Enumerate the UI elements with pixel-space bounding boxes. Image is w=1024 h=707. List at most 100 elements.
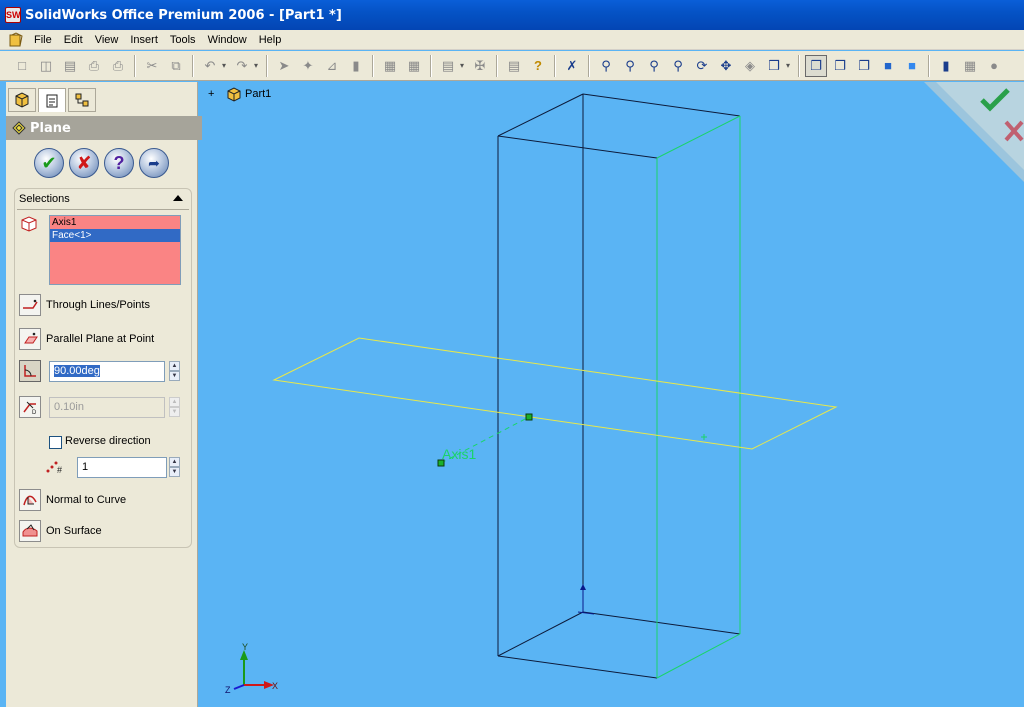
through-lines-icon[interactable] — [19, 294, 41, 316]
zoom-to-fit-icon[interactable]: ⚲ — [595, 55, 617, 77]
collapse-icon[interactable] — [173, 195, 183, 201]
confirmation-corner — [924, 82, 1024, 182]
perspective-icon[interactable]: ▦ — [959, 55, 981, 77]
redo-dropdown-icon[interactable]: ▾ — [254, 61, 262, 70]
sketch-icon[interactable]: ⊿ — [321, 55, 343, 77]
undo-icon[interactable]: ↶ — [199, 55, 221, 77]
offset-distance-icon[interactable]: D — [19, 396, 41, 418]
property-manager-buttons: ✔ ✘ ? ➦ — [34, 148, 174, 178]
on-surface-icon[interactable] — [19, 520, 41, 542]
undo-dropdown-icon[interactable]: ▾ — [222, 61, 230, 70]
help-button[interactable]: ? — [104, 148, 134, 178]
plane-preview[interactable] — [272, 337, 838, 450]
rotate-icon[interactable]: ⟳ — [691, 55, 713, 77]
menu-insert[interactable]: Insert — [124, 34, 164, 46]
toolbar-separator — [798, 54, 800, 77]
through-lines-option[interactable]: Through Lines/Points — [19, 293, 150, 317]
hidden-lines-visible-icon[interactable]: ❐ — [829, 55, 851, 77]
spin-up-icon[interactable]: ▲ — [169, 361, 180, 371]
menu-window[interactable]: Window — [202, 34, 253, 46]
shaded-icon[interactable]: ■ — [901, 55, 923, 77]
zoom-area-icon[interactable]: ⚲ — [619, 55, 641, 77]
smart-fastener-icon[interactable]: ✠ — [469, 55, 491, 77]
on-surface-option[interactable]: On Surface — [19, 519, 102, 543]
window-title: SolidWorks Office Premium 2006 - [Part1 … — [25, 7, 342, 23]
print-icon[interactable]: ⎙ — [83, 55, 105, 77]
save-icon[interactable]: ▤ — [59, 55, 81, 77]
options-icon[interactable]: ▦ — [379, 55, 401, 77]
offset-distance-input[interactable]: 0.10in — [49, 397, 165, 418]
normal-to-curve-icon[interactable] — [19, 489, 41, 511]
cancel-button[interactable]: ✘ — [69, 148, 99, 178]
help-icon[interactable]: ? — [527, 55, 549, 77]
zoom-in-out-icon[interactable]: ⚲ — [643, 55, 665, 77]
view-orientation-dropdown-icon[interactable]: ▾ — [786, 61, 794, 70]
axis-endpoint-handle[interactable] — [525, 413, 533, 421]
rebuild-icon[interactable]: ▮ — [345, 55, 367, 77]
toolbar-separator — [192, 54, 194, 77]
spin-up-icon[interactable]: ▲ — [169, 397, 180, 407]
feature-manager-tab-icon[interactable] — [8, 88, 36, 112]
offset-spinner[interactable]: ▲ ▼ — [169, 397, 180, 418]
cut-icon[interactable]: ✂ — [141, 55, 163, 77]
toolbar-separator — [928, 54, 930, 77]
pan-icon[interactable]: ✥ — [715, 55, 737, 77]
parallel-plane-icon[interactable] — [19, 328, 41, 350]
menu-help[interactable]: Help — [253, 34, 288, 46]
menu-view[interactable]: View — [89, 34, 125, 46]
menu-edit[interactable]: Edit — [58, 34, 89, 46]
angle-spinner[interactable]: ▲ ▼ — [169, 361, 180, 382]
document-menu-icon[interactable] — [8, 31, 24, 48]
zoom-selection-icon[interactable]: ⚲ — [667, 55, 689, 77]
property-manager-panel: Plane ✔ ✘ ? ➦ Selections Axis1 Face<1> T… — [6, 82, 202, 707]
angle-input-value: 90.00deg — [54, 365, 100, 377]
redo-icon[interactable]: ↷ — [231, 55, 253, 77]
spin-up-icon[interactable]: ▲ — [169, 457, 180, 467]
offset-distance-option[interactable]: D — [19, 395, 46, 419]
realview-icon[interactable]: ● — [983, 55, 1005, 77]
select-icon[interactable]: ➤ — [273, 55, 295, 77]
selection-list[interactable]: Axis1 Face<1> — [49, 215, 181, 285]
menu-tools[interactable]: Tools — [164, 34, 202, 46]
selection-item[interactable]: Axis1 — [50, 216, 180, 229]
spin-down-icon[interactable]: ▼ — [169, 407, 180, 417]
shadows-icon[interactable]: ▮ — [935, 55, 957, 77]
property-manager-tab-icon[interactable] — [38, 88, 66, 112]
section-view-icon[interactable]: ◈ — [739, 55, 761, 77]
view-orientation-icon[interactable]: ❒ — [763, 55, 785, 77]
at-angle-icon[interactable] — [19, 360, 41, 382]
spin-down-icon[interactable]: ▼ — [169, 371, 180, 381]
angle-input[interactable]: 90.00deg — [49, 361, 165, 382]
open-icon[interactable]: ◫ — [35, 55, 57, 77]
title-bar: SW SolidWorks Office Premium 2006 - [Par… — [0, 0, 1024, 30]
graphics-area[interactable]: + Part1 Axis1 Y X Z — [204, 82, 1024, 707]
number-of-planes-input[interactable]: 1 — [77, 457, 167, 478]
toolbar-separator — [266, 54, 268, 77]
hidden-lines-removed-icon[interactable]: ❐ — [853, 55, 875, 77]
configuration-manager-tab-icon[interactable] — [68, 88, 96, 112]
selection-item[interactable]: Face<1> — [50, 229, 180, 242]
grid-icon[interactable]: ▦ — [403, 55, 425, 77]
at-angle-option[interactable] — [19, 359, 46, 383]
model-view: Axis1 Y X Z — [225, 93, 838, 695]
triad-y-label: Y — [242, 642, 248, 652]
model-edges — [497, 93, 741, 679]
menu-file[interactable]: File — [28, 34, 58, 46]
number-of-planes-spinner[interactable]: ▲ ▼ — [169, 457, 180, 478]
smart-select-icon[interactable]: ✦ — [297, 55, 319, 77]
normal-to-curve-option[interactable]: Normal to Curve — [19, 488, 126, 512]
view-select-icon[interactable]: ✗ — [561, 55, 583, 77]
table-dropdown-icon[interactable]: ▾ — [460, 61, 468, 70]
pushpin-button[interactable]: ➦ — [139, 148, 169, 178]
properties-icon[interactable]: ▤ — [503, 55, 525, 77]
wireframe-icon[interactable]: ❐ — [805, 54, 827, 77]
spin-down-icon[interactable]: ▼ — [169, 467, 180, 477]
print-preview-icon[interactable]: ⎙ — [107, 55, 129, 77]
parallel-plane-option[interactable]: Parallel Plane at Point — [19, 327, 154, 351]
reverse-direction-checkbox[interactable] — [49, 436, 62, 449]
table-icon[interactable]: ▤ — [437, 55, 459, 77]
shaded-with-edges-icon[interactable]: ■ — [877, 55, 899, 77]
copy-icon[interactable]: ⧉ — [165, 55, 187, 77]
new-icon[interactable]: □ — [11, 55, 33, 77]
ok-button[interactable]: ✔ — [34, 148, 64, 178]
